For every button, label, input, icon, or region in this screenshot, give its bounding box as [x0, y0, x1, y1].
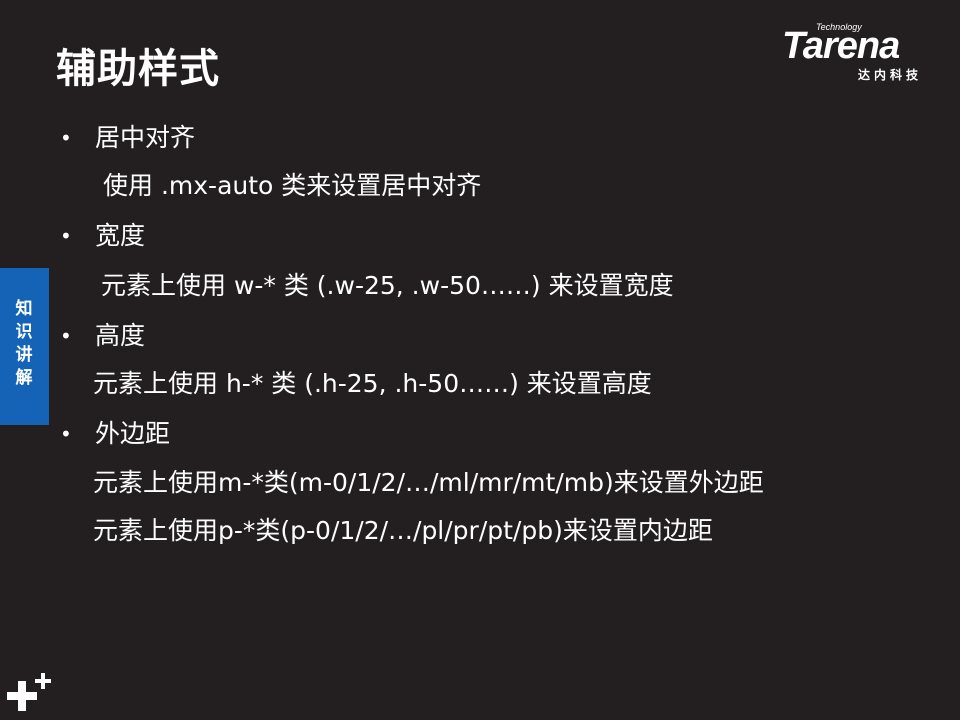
- bullet-heading: 高度: [95, 321, 146, 350]
- slide: 辅助样式 Technology Tarena 达内科技 知识讲解 • 居中对齐 …: [0, 0, 960, 720]
- logo-brand-text: Tarena: [782, 25, 900, 67]
- side-tab: 知识讲解: [0, 268, 49, 425]
- bullet-detail: 使用 .mx-auto 类来设置居中对齐: [103, 171, 482, 200]
- bullet-heading: 居中对齐: [95, 123, 196, 152]
- bullet-marker: •: [60, 324, 72, 348]
- bullet-heading: 外边距: [95, 419, 171, 448]
- plus-plus-icon: [7, 673, 51, 711]
- tarena-logo: Technology Tarena 达内科技: [782, 18, 946, 84]
- bullet-heading: 宽度: [95, 221, 146, 250]
- bullet-detail: 元素上使用p-*类(p-0/1/2/…/pl/pr/pt/pb)来设置内边距: [93, 516, 713, 545]
- bullet-marker: •: [60, 224, 72, 248]
- bullet-detail: 元素上使用m-*类(m-0/1/2/…/ml/mr/mt/mb)来设置外边距: [93, 468, 764, 497]
- bullet-marker: •: [60, 126, 72, 150]
- bullet-detail: 元素上使用 w-* 类 (.w-25, .w-50……) 来设置宽度: [101, 271, 674, 300]
- bullet-marker: •: [60, 422, 72, 446]
- slide-title: 辅助样式: [56, 46, 220, 92]
- side-tab-label: 知识讲解: [15, 299, 33, 388]
- bullet-detail: 元素上使用 h-* 类 (.h-25, .h-50……) 来设置高度: [93, 369, 652, 398]
- logo-sub-text: 达内科技: [858, 68, 923, 82]
